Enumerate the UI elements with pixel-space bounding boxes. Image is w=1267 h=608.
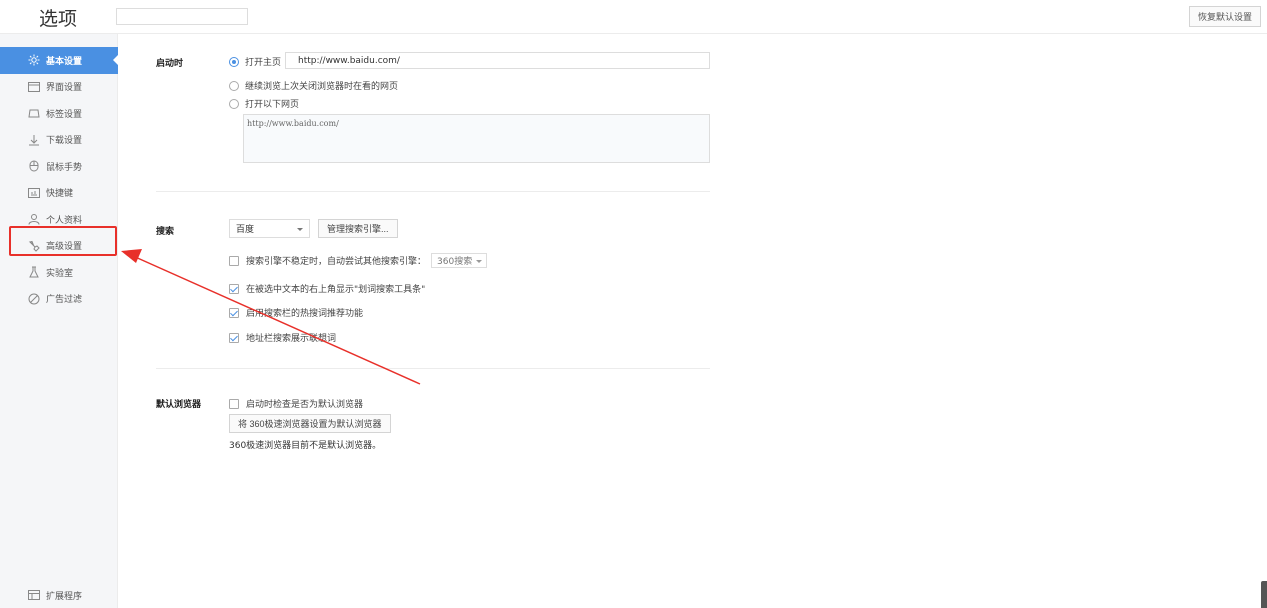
section-divider	[156, 191, 710, 192]
sidebar-item-download[interactable]: 下载设置	[0, 127, 118, 154]
sidebar-item-mouse[interactable]: 鼠标手势	[0, 153, 118, 180]
search-fallback-option[interactable]: 搜索引擎不稳定时，自动尝试其他搜索引擎： 360搜索	[229, 253, 488, 268]
search-engine-value: 百度	[236, 225, 255, 235]
extension-icon	[28, 590, 40, 600]
sidebar-item-label: 基本设置	[46, 56, 83, 67]
startup-pages-option[interactable]: 打开以下网页	[229, 97, 299, 110]
pages-radio[interactable]	[229, 98, 239, 109]
sidebar-item-lab[interactable]: 实验室	[0, 259, 118, 286]
sidebar-item-basic[interactable]: 基本设置	[0, 47, 118, 74]
startup-homepage-option[interactable]: 打开主页	[229, 55, 281, 68]
sidebar-item-label: 个人资料	[46, 215, 83, 226]
sidebar-item-profile[interactable]: 个人资料	[0, 206, 118, 233]
corner-widget[interactable]	[1261, 581, 1267, 608]
default-browser-label: 默认浏览器	[156, 400, 202, 410]
sidebar-item-shortcuts[interactable]: 快捷键	[0, 180, 118, 207]
address-option-label: 地址栏搜索展示联想词	[246, 334, 337, 344]
toolbar-option-label: 在被选中文本的右上角显示"划词搜索工具条"	[246, 285, 426, 295]
sidebar-item-interface[interactable]: 界面设置	[0, 74, 118, 101]
search-input[interactable]	[116, 8, 248, 25]
mouse-icon	[29, 160, 39, 172]
wrench-icon	[28, 240, 40, 252]
default-check-checkbox[interactable]	[229, 398, 239, 409]
sidebar-item-adblock[interactable]: 广告过滤	[0, 286, 118, 313]
address-checkbox[interactable]	[229, 332, 239, 343]
chevron-down-icon	[476, 260, 483, 263]
homepage-radio[interactable]	[229, 56, 239, 67]
search-address-option[interactable]: 地址栏搜索展示联想词	[229, 331, 336, 344]
user-icon	[28, 214, 40, 225]
homepage-option-label: 打开主页	[245, 58, 282, 68]
set-default-browser-button[interactable]: 将 360极速浏览器设置为默认浏览器	[229, 414, 391, 433]
manage-search-engines-button[interactable]: 管理搜索引擎...	[318, 219, 398, 238]
flask-icon	[29, 266, 39, 278]
sidebar-item-label: 高级设置	[46, 242, 83, 253]
block-icon	[28, 293, 40, 305]
search-engine-select[interactable]: 百度	[229, 219, 310, 238]
continue-option-label: 继续浏览上次关闭浏览器时在看的网页	[245, 82, 399, 92]
sidebar-item-tabs[interactable]: 标签设置	[0, 100, 118, 127]
fallback-checkbox[interactable]	[229, 255, 239, 266]
download-icon	[29, 134, 39, 146]
toolbar-checkbox[interactable]	[229, 283, 239, 294]
keyboard-icon	[28, 187, 40, 198]
header: 选项 恢复默认设置	[0, 0, 1267, 34]
restore-defaults-button[interactable]: 恢复默认设置	[1188, 6, 1261, 27]
default-browser-status: 360极速浏览器目前不是默认浏览器。	[229, 441, 382, 451]
startup-continue-option[interactable]: 继续浏览上次关闭浏览器时在看的网页	[229, 79, 398, 92]
sidebar-nav: 基本设置 界面设置 标签设置 下载设置 鼠标手势 快捷键 个人资料 高级设置 实…	[0, 47, 118, 312]
section-divider	[156, 368, 710, 369]
fallback-option-label: 搜索引擎不稳定时，自动尝试其他搜索引擎：	[246, 257, 427, 267]
annotation-arrow	[121, 249, 421, 385]
sidebar-item-label: 标签设置	[46, 109, 83, 120]
default-check-option[interactable]: 启动时检查是否为默认浏览器	[229, 397, 363, 410]
window-icon	[28, 81, 40, 92]
sidebar-item-label: 广告过滤	[46, 295, 83, 306]
sidebar-item-label: 界面设置	[46, 83, 83, 94]
search-hot-option[interactable]: 启用搜索栏的热搜词推荐功能	[229, 306, 363, 319]
sidebar-item-extensions[interactable]: 扩展程序	[0, 582, 118, 608]
gear-icon	[28, 54, 40, 66]
sidebar-item-label: 扩展程序	[46, 591, 83, 602]
pages-option-label: 打开以下网页	[245, 100, 300, 110]
homepage-url-input[interactable]	[285, 52, 710, 69]
sidebar-item-label: 实验室	[46, 268, 74, 279]
search-toolbar-option[interactable]: 在被选中文本的右上角显示"划词搜索工具条"	[229, 282, 425, 295]
hot-checkbox[interactable]	[229, 307, 239, 318]
default-check-label: 启动时检查是否为默认浏览器	[246, 400, 364, 410]
tab-icon	[28, 109, 40, 118]
hot-option-label: 启用搜索栏的热搜词推荐功能	[246, 309, 364, 319]
chevron-down-icon	[297, 228, 303, 231]
search-label: 搜索	[156, 227, 175, 237]
sidebar-item-label: 下载设置	[46, 136, 83, 147]
sidebar-item-label: 鼠标手势	[46, 162, 83, 173]
fallback-engine-select[interactable]: 360搜索	[431, 253, 488, 268]
startup-label: 启动时	[156, 59, 184, 69]
page-title: 选项	[39, 8, 78, 30]
startup-pages-textarea[interactable]: http://www.baidu.com/	[243, 114, 710, 163]
sidebar-item-advanced[interactable]: 高级设置	[0, 233, 118, 260]
sidebar-item-label: 快捷键	[46, 189, 74, 200]
fallback-engine-value: 360搜索	[437, 257, 473, 267]
continue-radio[interactable]	[229, 80, 239, 91]
sidebar: 基本设置 界面设置 标签设置 下载设置 鼠标手势 快捷键 个人资料 高级设置 实…	[0, 34, 118, 608]
